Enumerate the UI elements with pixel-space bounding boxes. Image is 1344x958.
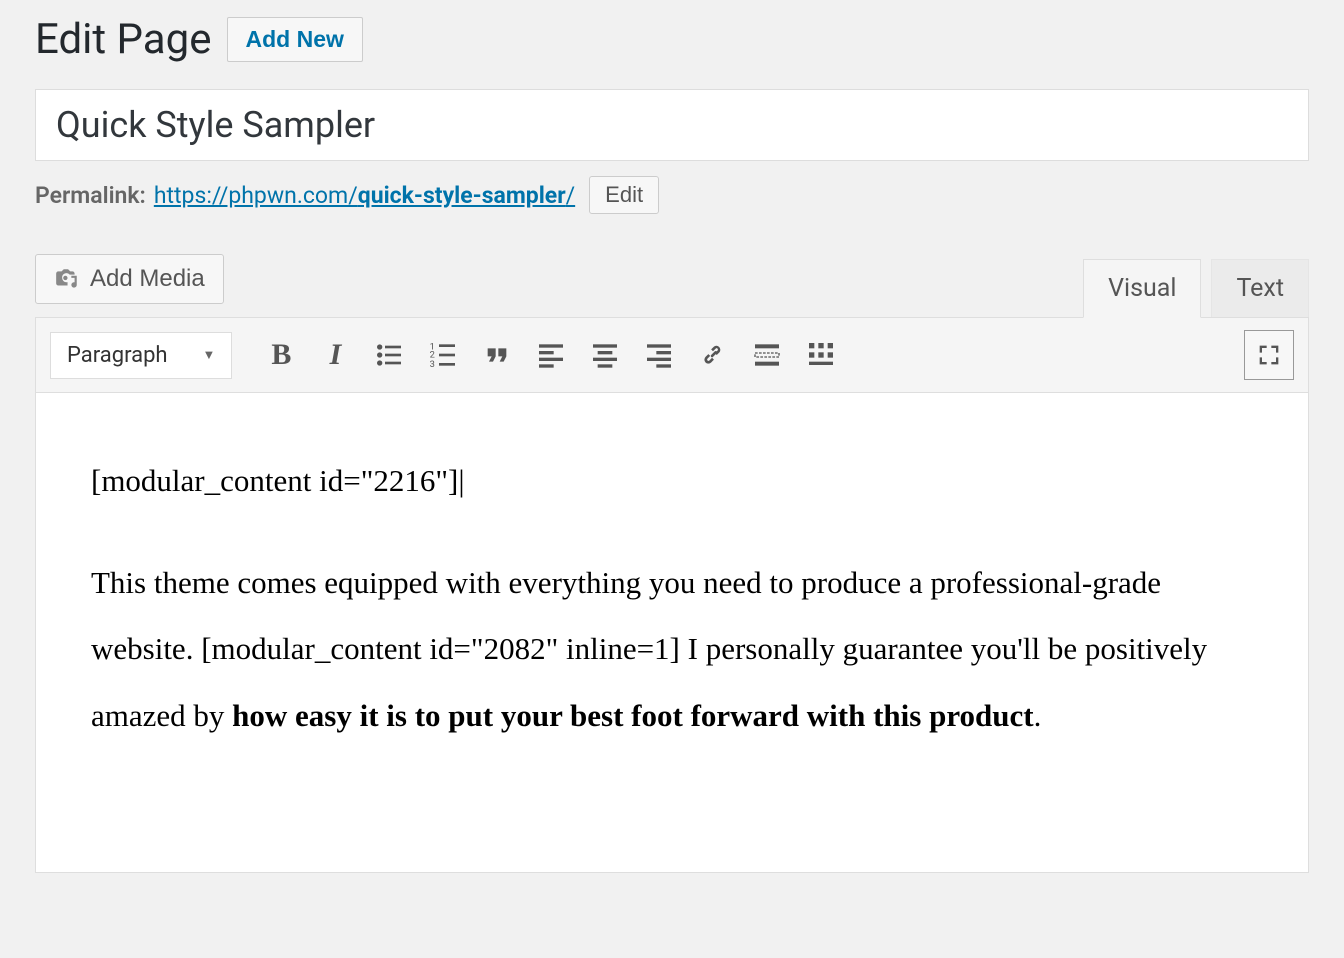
italic-button[interactable]: I [310, 330, 360, 380]
editor-content[interactable]: [modular_content id="2216"] This theme c… [35, 393, 1309, 873]
read-more-button[interactable] [742, 330, 792, 380]
permalink-row: Permalink: https://phpwn.com/quick-style… [35, 176, 1309, 214]
tab-text[interactable]: Text [1211, 259, 1309, 318]
bulleted-list-button[interactable] [364, 330, 414, 380]
align-right-button[interactable] [634, 330, 684, 380]
add-media-button[interactable]: Add Media [35, 254, 224, 304]
format-select-label: Paragraph [67, 343, 168, 368]
editor-toolbar: Paragraph ▼ B I 123 [35, 317, 1309, 393]
add-new-button[interactable]: Add New [227, 17, 363, 62]
align-center-button[interactable] [580, 330, 630, 380]
permalink-link[interactable]: https://phpwn.com/quick-style-sampler/ [154, 182, 575, 209]
numbered-list-button[interactable]: 123 [418, 330, 468, 380]
edit-permalink-button[interactable]: Edit [589, 176, 659, 214]
page-title: Edit Page [35, 15, 212, 64]
align-left-button[interactable] [526, 330, 576, 380]
permalink-trailing: / [566, 182, 576, 209]
permalink-base: https://phpwn.com/ [154, 182, 358, 209]
content-para-bold: how easy it is to put your best foot for… [232, 698, 1033, 733]
post-title-input[interactable] [35, 89, 1309, 161]
camera-music-icon [54, 266, 80, 292]
toolbar-toggle-button[interactable] [796, 330, 846, 380]
blockquote-button[interactable] [472, 330, 522, 380]
chevron-down-icon: ▼ [203, 347, 216, 363]
fullscreen-button[interactable] [1244, 330, 1294, 380]
link-button[interactable] [688, 330, 738, 380]
content-shortcode-1: [modular_content id="2216"] [91, 463, 465, 498]
permalink-slug: quick-style-sampler [358, 182, 566, 209]
add-media-label: Add Media [90, 265, 205, 293]
permalink-label: Permalink: [35, 182, 146, 209]
tab-visual[interactable]: Visual [1083, 259, 1201, 318]
bold-button[interactable]: B [256, 330, 306, 380]
format-select[interactable]: Paragraph ▼ [50, 332, 232, 379]
content-para-end: . [1034, 698, 1042, 733]
svg-text:3: 3 [430, 359, 435, 370]
